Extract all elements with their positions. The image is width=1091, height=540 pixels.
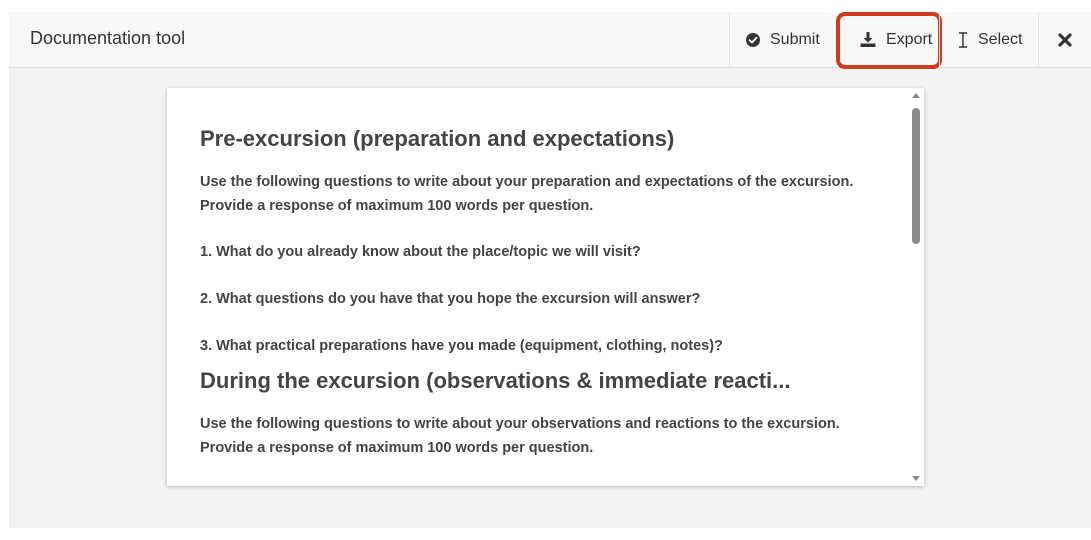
- question-1: 1. What do you already know about the pl…: [200, 244, 641, 260]
- submit-label: Submit: [770, 30, 820, 48]
- section-intro-pre-excursion: Use the following questions to write abo…: [200, 174, 854, 214]
- toolbar: Submit Export Select: [729, 12, 1091, 69]
- app-title: Documentation tool: [30, 28, 186, 48]
- close-icon: [1058, 32, 1072, 47]
- export-button[interactable]: Export: [836, 12, 942, 69]
- scroll-up-arrow-icon[interactable]: [912, 93, 920, 98]
- section-heading-pre-excursion: Pre-excursion (preparation and expectati…: [200, 126, 675, 151]
- submit-button[interactable]: Submit: [729, 12, 839, 67]
- select-label: Select: [978, 30, 1023, 48]
- close-button[interactable]: [1038, 12, 1091, 67]
- scrollbar-thumb[interactable]: [912, 108, 920, 244]
- header-bar: Documentation tool Submit Export Select: [9, 12, 1091, 69]
- select-button[interactable]: Select: [939, 12, 1038, 67]
- scroll-down-arrow-icon[interactable]: [912, 476, 920, 481]
- question-2: 2. What questions do you have that you h…: [200, 291, 701, 307]
- vertical-scrollbar[interactable]: [908, 88, 924, 486]
- section-heading-during-excursion: During the excursion (observations & imm…: [200, 368, 791, 393]
- download-icon: [860, 32, 876, 47]
- document-panel[interactable]: Pre-excursion (preparation and expectati…: [167, 88, 924, 486]
- check-circle-icon: [746, 32, 760, 47]
- section-intro-during-excursion: Use the following questions to write abo…: [200, 416, 840, 456]
- documentation-tool-window: Documentation tool Submit Export Select …: [9, 12, 1091, 528]
- question-3: 3. What practical preparations have you …: [200, 338, 723, 354]
- export-label: Export: [886, 30, 933, 48]
- document-content: Pre-excursion (preparation and expectati…: [200, 126, 880, 460]
- text-cursor-icon: [958, 31, 968, 48]
